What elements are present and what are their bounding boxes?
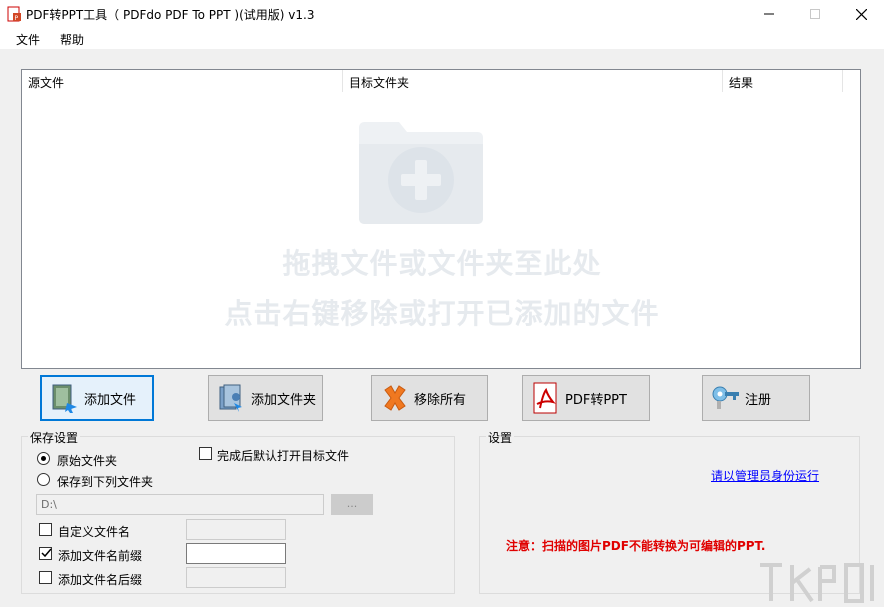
add-folder-button[interactable]: 添加文件夹 [208,375,323,421]
custom-name-label[interactable]: 自定义文件名 [58,523,130,540]
file-list[interactable]: 源文件 目标文件夹 结果 拖拽文件或文件夹至此处 点击右键移除或打开已添加的文件 [21,69,861,369]
checkmark-icon [41,548,52,558]
original-folder-radio[interactable] [37,452,50,465]
add-folder-icon [217,383,247,413]
open-after-checkbox[interactable] [199,447,212,460]
maximize-button[interactable] [792,0,838,28]
close-button[interactable] [838,0,884,28]
column-source-label: 源文件 [28,76,65,90]
column-target-label: 目标文件夹 [349,76,410,90]
add-suffix-checkbox[interactable] [39,571,52,584]
app-pdf-icon: P [6,6,22,22]
convert-pdf-to-ppt-button[interactable]: PDF转PPT [522,375,650,421]
add-file-label: 添加文件 [84,392,137,408]
key-icon [711,383,741,413]
minimize-icon [764,13,774,15]
add-folder-label: 添加文件夹 [251,392,317,408]
title-bar: P PDF转PPT工具（ PDFdo PDF To PPT )(试用版) v1.… [0,0,884,28]
save-settings-title: 保存设置 [28,429,81,446]
register-label: 注册 [745,392,772,408]
convert-label: PDF转PPT [565,392,627,408]
add-suffix-label[interactable]: 添加文件名后缀 [58,571,142,588]
browse-button[interactable]: ... [331,494,373,515]
settings-title: 设置 [486,429,515,446]
original-folder-label[interactable]: 原始文件夹 [57,452,117,469]
column-target-folder[interactable]: 目标文件夹 [343,70,723,92]
custom-name-checkbox[interactable] [39,523,52,536]
run-as-admin-link[interactable]: 请以管理员身份运行 [711,467,819,484]
output-folder-input[interactable]: D:\ [36,494,324,515]
menu-file[interactable]: 文件 [16,31,40,48]
custom-name-input[interactable] [186,519,286,540]
remove-all-button[interactable]: 移除所有 [371,375,488,421]
add-prefix-checkbox[interactable] [39,547,52,560]
add-folder-placeholder-icon [359,122,483,224]
close-icon [855,8,867,20]
remove-all-label: 移除所有 [414,392,467,408]
add-prefix-label[interactable]: 添加文件名前缀 [58,547,142,564]
prefix-input[interactable] [186,543,286,564]
open-after-label[interactable]: 完成后默认打开目标文件 [217,447,349,464]
watermark-logo-icon [760,563,874,603]
minimize-button[interactable] [746,0,792,28]
column-source-file[interactable]: 源文件 [22,70,343,92]
drop-hint-line-2: 点击右键移除或打开已添加的文件 [224,297,660,330]
save-to-folder-radio[interactable] [37,473,50,486]
menu-help[interactable]: 帮助 [60,31,84,48]
add-file-button[interactable]: 添加文件 [40,375,154,421]
suffix-input[interactable] [186,567,286,588]
window-title: PDF转PPT工具（ PDFdo PDF To PPT )(试用版) v1.3 [26,8,315,22]
column-result-label: 结果 [729,76,754,90]
maximize-icon [810,9,820,19]
pdf-to-ppt-icon [531,382,561,414]
svg-text:P: P [15,15,19,22]
add-file-icon [50,383,80,413]
drop-hint-line-1: 拖拽文件或文件夹至此处 [282,247,602,280]
scan-pdf-notice: 注意：扫描的图片PDF不能转换为可编辑的PPT. [506,539,766,553]
column-result[interactable]: 结果 [723,70,843,92]
menu-bar: 文件 帮助 [0,28,884,50]
register-button[interactable]: 注册 [702,375,810,421]
save-to-folder-label[interactable]: 保存到下列文件夹 [57,473,153,490]
remove-all-icon [380,383,410,413]
